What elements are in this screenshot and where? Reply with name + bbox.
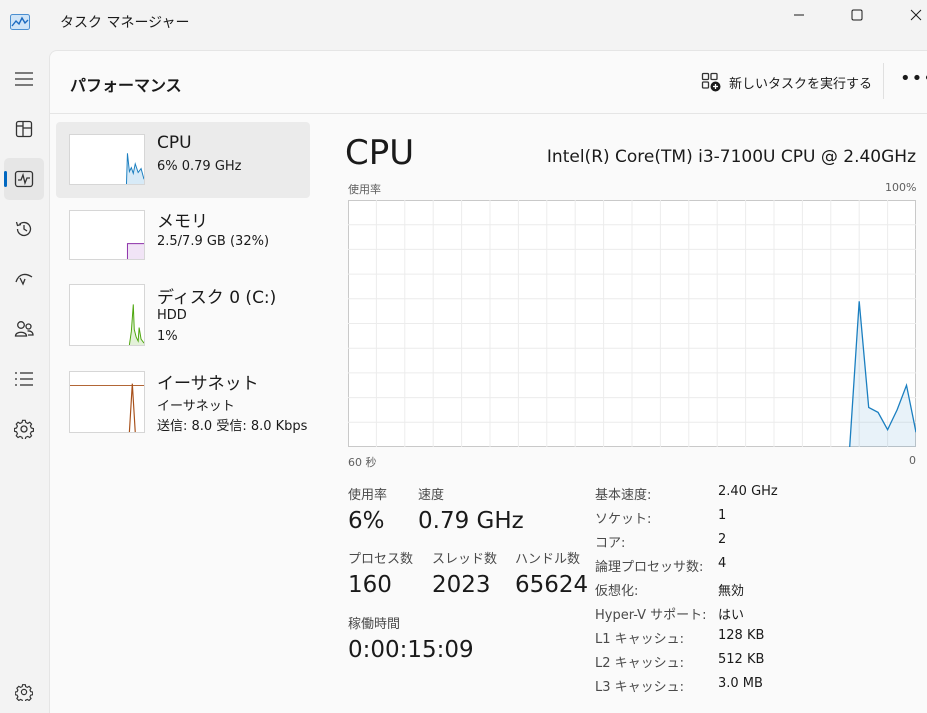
hyper-v-support-key: Hyper-V サポート:: [595, 608, 707, 623]
usage-label: 使用率: [348, 488, 388, 503]
title-bar: タスク マネージャー: [0, 0, 927, 46]
processes-icon: [15, 120, 33, 138]
cpu-utilization-graph: [348, 200, 916, 447]
virtualization-key: 仮想化:: [595, 584, 639, 599]
run-new-task-icon: [701, 72, 721, 92]
graph-zero-label: 0: [909, 454, 916, 467]
header-separator: [50, 113, 927, 114]
maximize-button[interactable]: [834, 0, 880, 30]
hamburger-menu-button[interactable]: [4, 58, 44, 100]
disk-thumbnail-graph: [69, 284, 145, 346]
cpu-thumbnail-graph: [69, 134, 145, 185]
device-name: ディスク 0 (C:): [157, 288, 277, 308]
nav-performance[interactable]: [4, 158, 44, 200]
speed-value: 0.79 GHz: [418, 508, 524, 534]
page-title: パフォーマンス: [70, 76, 182, 95]
nav-settings[interactable]: [4, 671, 44, 713]
nav-services[interactable]: [4, 408, 44, 450]
hyper-v-support-value: はい: [718, 608, 745, 623]
content-panel: パフォーマンス 新しいタスクを実行する ••• CPU 6% 0.79 GHz …: [49, 50, 927, 713]
nav-app-history[interactable]: [4, 208, 44, 250]
nav-rail: [0, 46, 48, 713]
device-name: メモリ: [157, 212, 208, 232]
graph-max-label: 100%: [885, 181, 917, 194]
logical-processors-value: 4: [718, 556, 727, 571]
app-history-icon: [15, 221, 32, 237]
threads-label: スレッド数: [432, 552, 498, 567]
handles-label: ハンドル数: [515, 552, 581, 567]
l3-cache-key: L3 キャッシュ:: [595, 680, 685, 695]
header-divider: [883, 63, 884, 99]
device-name: イーサネット: [157, 374, 259, 394]
base-speed-key: 基本速度:: [595, 488, 652, 503]
more-options-button[interactable]: •••: [900, 68, 927, 96]
cores-value: 2: [718, 532, 727, 547]
device-name: CPU: [157, 133, 192, 153]
nav-startup-apps[interactable]: [4, 258, 44, 300]
device-disk[interactable]: ディスク 0 (C:) HDD 1%: [56, 272, 310, 357]
nav-details[interactable]: [4, 358, 44, 400]
threads-value: 2023: [432, 572, 491, 598]
virtualization-value: 無効: [718, 584, 745, 599]
nav-users[interactable]: [4, 308, 44, 350]
details-icon: [15, 372, 33, 386]
device-cpu[interactable]: CPU 6% 0.79 GHz: [56, 122, 310, 198]
detail-title: CPU: [345, 133, 415, 173]
processes-label: プロセス数: [348, 552, 414, 567]
hamburger-menu-icon: [15, 72, 33, 86]
settings-icon: [15, 684, 33, 701]
services-icon: [14, 419, 34, 439]
minimize-icon: [794, 14, 804, 16]
device-stats: 6% 0.79 GHz: [157, 159, 242, 174]
graph-title-label: 使用率: [348, 183, 381, 196]
device-stats: 1%: [157, 329, 178, 344]
adapter-name: イーサネット: [157, 399, 235, 414]
task-manager-icon: [10, 14, 30, 30]
run-new-task-button[interactable]: 新しいタスクを実行する: [697, 68, 876, 96]
uptime-value: 0:00:15:09: [348, 637, 474, 663]
users-icon: [14, 321, 34, 337]
usage-value: 6%: [348, 508, 385, 534]
run-new-task-label: 新しいタスクを実行する: [729, 76, 873, 92]
cores-key: コア:: [595, 536, 626, 551]
startup-apps-icon: [15, 273, 33, 286]
close-button[interactable]: [893, 0, 927, 30]
uptime-label: 稼働時間: [348, 617, 401, 632]
cpu-model-name: Intel(R) Core(TM) i3-7100U CPU @ 2.40GHz: [546, 147, 916, 167]
device-stats: 送信: 8.0 受信: 8.0 Kbps: [157, 419, 308, 434]
device-ethernet[interactable]: イーサネット イーサネット 送信: 8.0 受信: 8.0 Kbps: [56, 357, 310, 447]
close-icon: [910, 9, 922, 21]
maximize-icon: [851, 9, 863, 21]
l1-cache-value: 128 KB: [718, 628, 765, 643]
speed-label: 速度: [418, 488, 445, 503]
l1-cache-key: L1 キャッシュ:: [595, 632, 685, 647]
app-title: タスク マネージャー: [60, 15, 190, 31]
l2-cache-key: L2 キャッシュ:: [595, 656, 685, 671]
memory-thumbnail-graph: [69, 210, 145, 260]
device-stats: 2.5/7.9 GB (32%): [157, 234, 270, 249]
minimize-button[interactable]: [776, 0, 822, 30]
l2-cache-value: 512 KB: [718, 652, 765, 667]
base-speed-value: 2.40 GHz: [718, 484, 778, 499]
ethernet-thumbnail-graph: [69, 371, 145, 433]
logical-processors-key: 論理プロセッサ数:: [595, 560, 704, 575]
sockets-key: ソケット:: [595, 512, 652, 527]
graph-time-label: 60 秒: [348, 456, 377, 469]
performance-icon: [14, 170, 34, 188]
nav-processes[interactable]: [4, 108, 44, 150]
device-type: HDD: [157, 308, 187, 323]
sockets-value: 1: [718, 508, 727, 523]
handles-value: 65624: [515, 572, 589, 598]
l3-cache-value: 3.0 MB: [718, 676, 763, 691]
device-memory[interactable]: メモリ 2.5/7.9 GB (32%): [56, 198, 310, 272]
processes-value: 160: [348, 572, 392, 598]
